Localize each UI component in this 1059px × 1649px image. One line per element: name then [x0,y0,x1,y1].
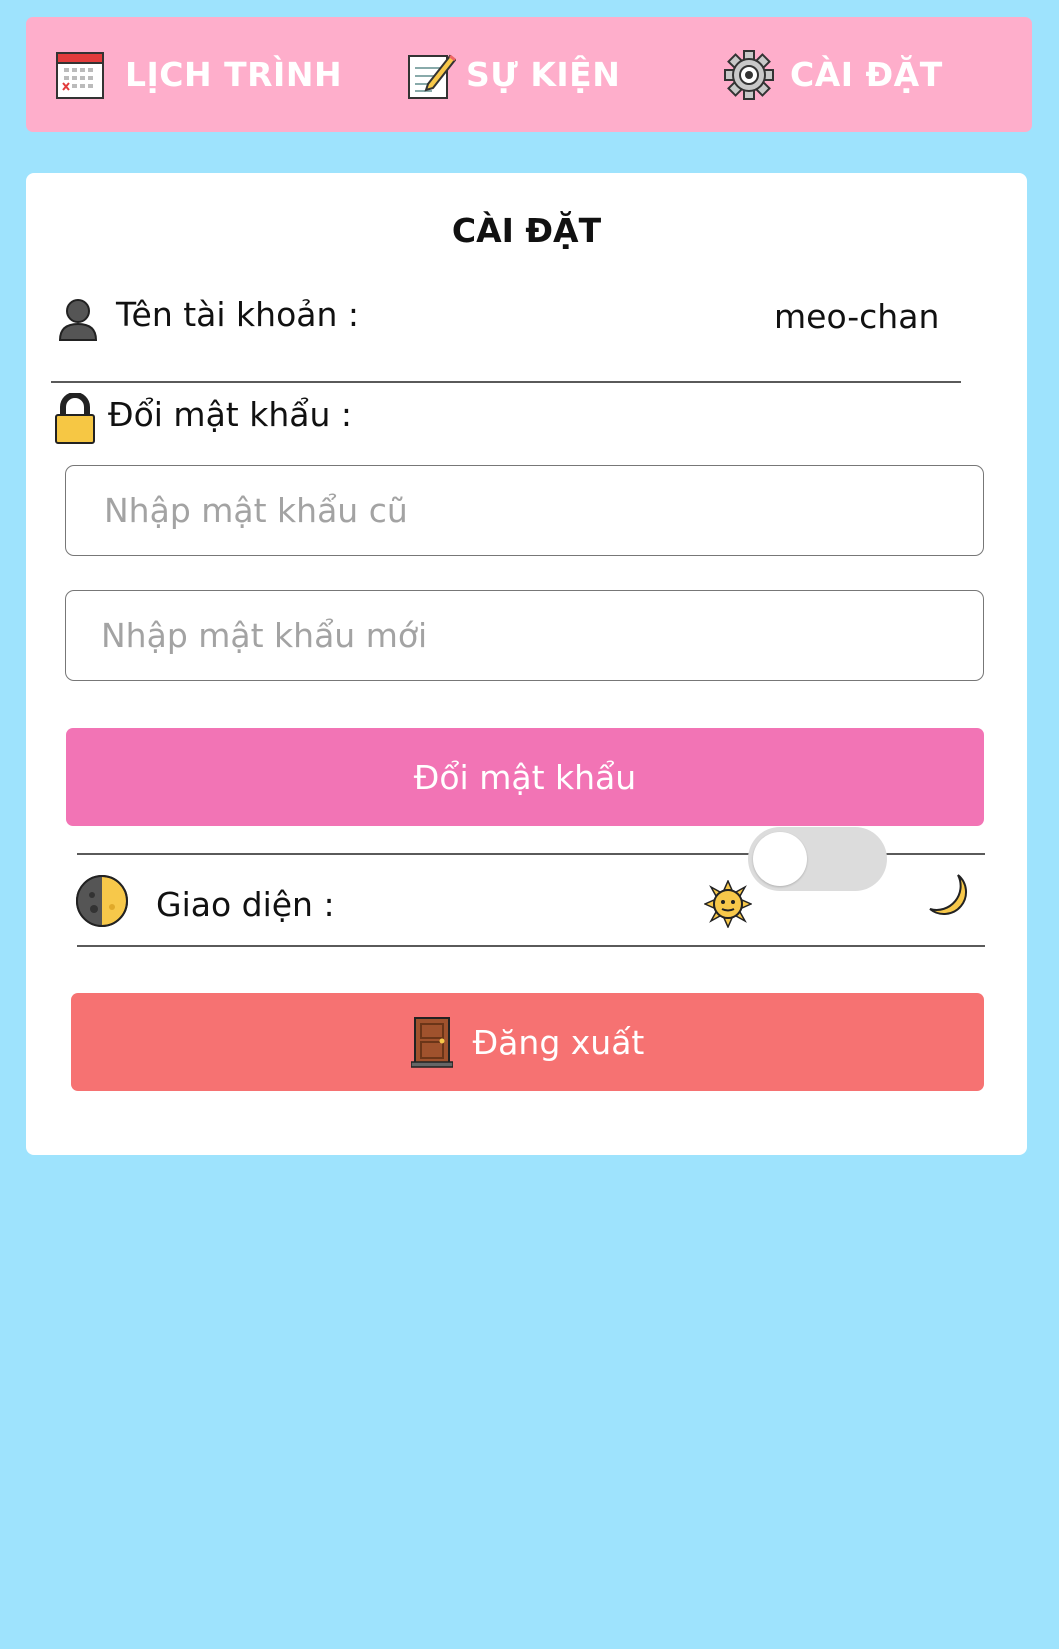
new-password-field[interactable] [65,590,984,681]
old-password-input[interactable] [66,466,983,555]
theme-label: Giao diện : [156,885,335,924]
nav-label-cai-dat: CÀI ĐẶT [790,55,943,94]
crescent-moon-icon [929,874,968,916]
page-title: CÀI ĐẶT [451,211,602,250]
sun-icon [704,880,752,928]
logout-button[interactable]: Đăng xuất [71,993,984,1091]
account-value: meo-chan [774,297,940,336]
notepad-icon [408,54,456,99]
top-nav: LỊCH TRÌNH SỰ KIỆN CÀI ĐẶT [26,17,1032,132]
divider [51,381,961,383]
change-password-button[interactable]: Đổi mật khẩu [66,728,984,826]
new-password-input[interactable] [66,591,983,680]
lock-icon [55,393,95,444]
theme-toggle[interactable] [748,827,887,891]
logout-label: Đăng xuất [472,1022,645,1062]
toggle-knob [753,832,807,886]
calendar-icon [56,51,104,99]
nav-item-cai-dat[interactable]: CÀI ĐẶT [724,17,943,132]
nav-item-lich-trinh[interactable]: LỊCH TRÌNH [55,17,342,132]
old-password-field[interactable] [65,465,984,556]
change-password-label: Đổi mật khẩu : [108,395,352,434]
user-icon [58,299,98,341]
nav-label-lich-trinh: LỊCH TRÌNH [125,55,343,94]
settings-card: CÀI ĐẶT Tên tài khoản : meo-chan Đổi mật… [26,173,1027,1155]
half-moon-icon [76,875,128,927]
gear-icon [724,49,774,100]
nav-label-su-kien: SỰ KIỆN [466,55,621,94]
nav-item-su-kien[interactable]: SỰ KIỆN [406,17,620,132]
account-label: Tên tài khoản : [116,295,360,334]
door-icon [410,1017,453,1068]
divider [77,945,985,947]
